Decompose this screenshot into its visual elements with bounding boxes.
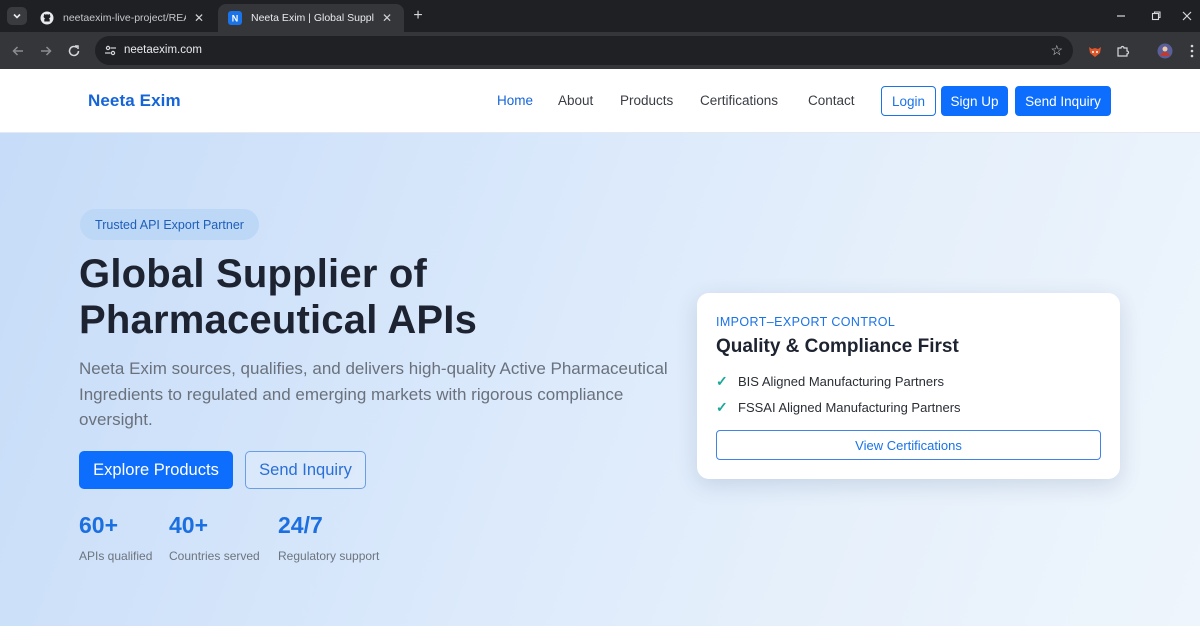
compliance-item-label: FSSAI Aligned Manufacturing Partners [738, 400, 961, 415]
reload-icon[interactable] [64, 41, 84, 61]
stat-label: Countries served [169, 549, 260, 563]
site-favicon-icon: N [228, 11, 242, 25]
site-info-icon[interactable] [103, 43, 118, 58]
restore-icon[interactable] [1145, 6, 1167, 26]
profile-avatar-icon[interactable] [1156, 42, 1174, 60]
minimize-icon[interactable] [1110, 6, 1132, 26]
brand-logo[interactable]: Neeta Exim [88, 91, 181, 111]
svg-text:N: N [232, 14, 239, 24]
header-send-inquiry-button[interactable]: Send Inquiry [1015, 86, 1111, 116]
check-icon: ✓ [716, 399, 728, 415]
github-icon [40, 11, 54, 25]
check-icon: ✓ [716, 373, 728, 389]
stat-apis: 60+ APIs qualified [79, 510, 152, 563]
close-tab-icon[interactable]: ✕ [192, 11, 206, 25]
stat-value: 24/7 [278, 512, 323, 538]
stat-countries: 40+ Countries served [169, 510, 260, 563]
browser-tab-bar: neetaexim-live-project/README ✕ N Neeta … [0, 0, 1200, 32]
address-bar[interactable]: neetaexim.com ☆ [95, 36, 1073, 65]
nav-contact[interactable]: Contact [808, 93, 855, 108]
extension-fox-icon[interactable] [1086, 42, 1104, 60]
compliance-item: ✓ FSSAI Aligned Manufacturing Partners [716, 399, 961, 416]
explore-products-button[interactable]: Explore Products [79, 451, 233, 489]
nav-about[interactable]: About [558, 93, 593, 108]
browser-menu-icon[interactable] [1183, 42, 1200, 60]
browser-toolbar: neetaexim.com ☆ [0, 32, 1200, 69]
hero-title-line1: Global Supplier of [79, 252, 428, 296]
close-tab-icon[interactable]: ✕ [380, 11, 394, 25]
tab-search-button[interactable] [7, 7, 27, 25]
card-title: Quality & Compliance First [716, 336, 959, 357]
signup-button[interactable]: Sign Up [941, 86, 1008, 116]
view-certifications-button[interactable]: View Certifications [716, 430, 1101, 460]
chevron-down-icon [13, 13, 21, 19]
stat-label: Regulatory support [278, 549, 380, 563]
trusted-badge: Trusted API Export Partner [80, 209, 259, 240]
send-inquiry-button[interactable]: Send Inquiry [245, 451, 366, 489]
next-section [0, 626, 1200, 643]
hero-title: Global Supplier of Pharmaceutical APIs [79, 251, 679, 343]
tab-title: Neeta Exim | Global Supplier of [251, 12, 374, 24]
stat-support: 24/7 Regulatory support [278, 510, 379, 563]
browser-tab-neeta-exim[interactable]: N Neeta Exim | Global Supplier of ✕ [218, 4, 404, 32]
compliance-card: IMPORT–EXPORT CONTROL Quality & Complian… [697, 293, 1120, 479]
back-icon[interactable] [8, 41, 28, 61]
card-eyebrow: IMPORT–EXPORT CONTROL [716, 315, 896, 329]
nav-home[interactable]: Home [497, 93, 533, 108]
nav-certifications[interactable]: Certifications [700, 93, 778, 108]
compliance-item: ✓ BIS Aligned Manufacturing Partners [716, 373, 944, 390]
compliance-item-label: BIS Aligned Manufacturing Partners [738, 374, 944, 389]
login-button[interactable]: Login [881, 86, 936, 116]
forward-icon[interactable] [36, 41, 56, 61]
browser-tab-readme[interactable]: neetaexim-live-project/README ✕ [30, 4, 216, 32]
close-window-icon[interactable] [1176, 6, 1198, 26]
hero-description: Neeta Exim sources, qualifies, and deliv… [79, 359, 668, 429]
hero-section: Trusted API Export Partner Global Suppli… [0, 133, 1200, 626]
address-url[interactable]: neetaexim.com [124, 44, 202, 56]
nav-products[interactable]: Products [620, 93, 673, 108]
tab-title: neetaexim-live-project/README [63, 12, 186, 24]
new-tab-icon[interactable]: + [409, 7, 427, 25]
hero-title-line2: Pharmaceutical APIs [79, 298, 478, 342]
site-header: Neeta Exim Home About Products Certifica… [0, 69, 1200, 133]
extensions-puzzle-icon[interactable] [1114, 42, 1132, 60]
bookmark-star-icon[interactable]: ☆ [1050, 42, 1063, 59]
stat-label: APIs qualified [79, 549, 153, 563]
stat-value: 40+ [169, 512, 209, 538]
stat-value: 60+ [79, 512, 119, 538]
